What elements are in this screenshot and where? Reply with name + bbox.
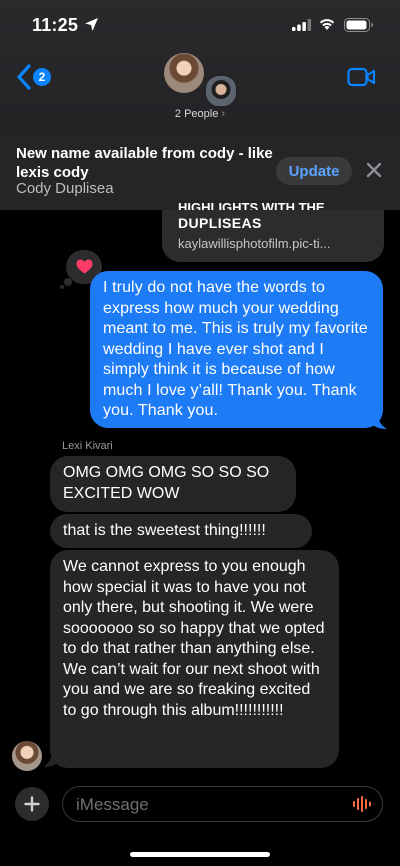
- bubble-tail: [372, 412, 387, 429]
- sent-message-bubble[interactable]: I truly do not have the words to express…: [90, 271, 383, 428]
- group-label: 2 People: [174, 108, 219, 120]
- group-details-button[interactable]: 2 People ›: [0, 108, 400, 120]
- link-preview-title: DUPLISEAS: [178, 215, 262, 231]
- sender-name: Lexi Kivari: [62, 440, 113, 452]
- update-button[interactable]: Update: [276, 157, 352, 185]
- bubble-tail: [43, 750, 58, 767]
- tapback-tail-dot: [64, 278, 72, 286]
- link-preview-title-cut: HIGHLIGHTS WITH THE: [178, 200, 325, 210]
- message-input-placeholder: iMessage: [76, 795, 149, 814]
- status-time: 11:25: [32, 15, 79, 35]
- heart-icon: [76, 259, 93, 274]
- received-message-bubble[interactable]: OMG OMG OMG SO SO SO EXCITED WOW: [50, 456, 296, 512]
- video-camera-icon[interactable]: [347, 67, 376, 87]
- received-message-bubble[interactable]: We cannot express to you enough how spec…: [50, 550, 339, 768]
- wifi-icon: [319, 19, 335, 30]
- apps-plus-button[interactable]: [15, 787, 49, 821]
- group-avatar-primary[interactable]: [164, 53, 204, 93]
- plus-icon: [24, 796, 40, 812]
- banner-title: New name available from cody - like lexi…: [16, 145, 273, 181]
- link-preview-url: kaylawillisphotofilm.pic-ti...: [178, 236, 331, 251]
- battery-icon: [344, 18, 373, 32]
- banner-subtitle: Cody Duplisea: [16, 180, 114, 197]
- close-icon[interactable]: [365, 161, 383, 179]
- chevron-right-icon: ›: [218, 108, 226, 120]
- location-arrow-icon: [85, 18, 98, 31]
- back-chevron-icon[interactable]: [16, 64, 32, 90]
- tapback-tail-dot: [60, 285, 64, 289]
- group-avatar-secondary[interactable]: [204, 74, 238, 108]
- home-indicator[interactable]: [130, 852, 270, 857]
- received-message-bubble[interactable]: that is the sweetest thing!!!!!!: [50, 514, 312, 548]
- cellular-signal-icon: [292, 19, 312, 31]
- sender-avatar[interactable]: [12, 741, 42, 771]
- unread-count-badge[interactable]: 2: [33, 68, 51, 86]
- audio-waveform-icon[interactable]: [352, 796, 372, 812]
